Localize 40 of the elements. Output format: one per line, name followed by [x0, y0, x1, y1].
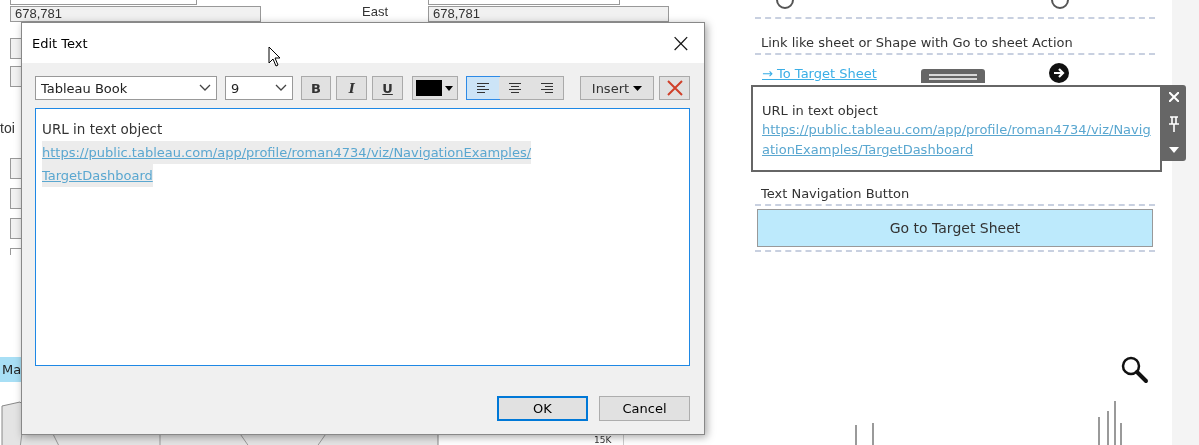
align-center-button[interactable]: [498, 77, 531, 99]
align-center-icon: [507, 82, 522, 94]
search-icon: [1120, 355, 1150, 385]
body-text: URL in text object: [42, 120, 163, 139]
size-dropdown[interactable]: 9: [224, 76, 293, 100]
arrow-circle-icon: [1049, 63, 1069, 83]
heading-text: Link like sheet or Shape with Go to sheet Action: [760, 34, 1074, 52]
ok-button[interactable]: OK: [497, 396, 588, 421]
navigation-button[interactable]: Go to Target Sheet: [757, 209, 1153, 247]
chevron-icon: [198, 84, 211, 92]
body-text: URL in text object: [761, 102, 879, 120]
close-icon: [1169, 91, 1179, 102]
map-button[interactable]: Ma: [0, 357, 22, 382]
font-dropdown[interactable]: Tableau Book: [35, 76, 217, 100]
cancel-button[interactable]: Cancel: [599, 396, 690, 421]
text-object[interactable]: URL in text object https://public.tableau.com/app/profile/roman4734/viz/NavigationExamples/TargetDashboard: [751, 85, 1162, 172]
window-title: Edit Text: [32, 35, 88, 51]
heading-text: Text Navigation Button: [760, 185, 911, 203]
clear-button[interactable]: [659, 76, 691, 100]
axis-label: 15K: [594, 436, 612, 445]
bold-button[interactable]: B: [300, 76, 332, 100]
value-field: 678,781: [10, 6, 261, 22]
text-color-button[interactable]: [411, 76, 458, 100]
chevron-icon: [274, 84, 287, 92]
align-left-button[interactable]: [466, 77, 499, 99]
align-left-icon: [475, 82, 490, 94]
label-text: toi: [0, 120, 15, 136]
caret-icon: [633, 85, 643, 91]
label-text: East: [362, 4, 388, 19]
caret-icon: [1168, 146, 1180, 155]
value-field: 678,781: [428, 6, 669, 22]
insert-button[interactable]: Insert: [579, 76, 655, 100]
align-right-icon: [539, 82, 554, 94]
close-icon: [666, 80, 683, 96]
italic-button[interactable]: I: [336, 76, 368, 100]
caret-icon: [445, 85, 454, 91]
pin-icon: [1166, 115, 1182, 133]
align-right-button[interactable]: [530, 77, 563, 99]
underline-button[interactable]: U: [372, 76, 403, 100]
drag-handle-icon: [921, 69, 985, 83]
